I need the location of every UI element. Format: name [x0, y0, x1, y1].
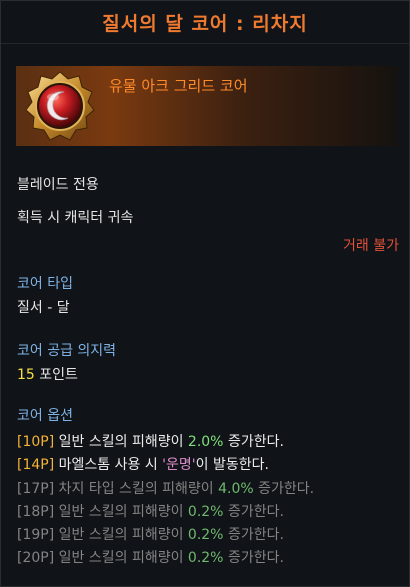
option-text-end: 증가한다. [223, 527, 284, 543]
option-value: 0.2% [187, 550, 224, 566]
option-text-end: 이 발동한다. [195, 457, 269, 473]
option-text-end: 증가한다. [223, 550, 284, 566]
core-supply-number: 15 [17, 367, 35, 383]
option-level: [20P] [17, 550, 55, 566]
option-level: [17P] [17, 481, 55, 497]
core-option-row: [20P] 일반 스킬의 피해량이 0.2% 증가한다. [17, 547, 284, 567]
option-text: 일반 스킬의 피해량이 [54, 504, 188, 520]
option-text-end: 증가한다. [223, 504, 284, 520]
core-type-value: 질서 - 달 [17, 300, 70, 316]
option-text: 일반 스킬의 피해량이 [54, 527, 188, 543]
option-value: 0.2% [187, 527, 224, 543]
core-supply-value: 15 포인트 [17, 364, 78, 384]
core-option-row: [19P] 일반 스킬의 피해량이 0.2% 증가한다. [17, 524, 284, 544]
option-text: 마엘스톰 사용 시 [54, 457, 163, 473]
option-level: [10P] [17, 434, 55, 450]
option-value: 0.2% [187, 504, 224, 520]
item-title: 질서의 달 코어 : 리차지 [1, 1, 409, 44]
core-type-heading: 코어 타입 [17, 276, 73, 292]
bind-info: 획득 시 캐릭터 귀속 [17, 210, 134, 226]
option-text-end: 증가한다. [253, 481, 315, 497]
option-value: 2.0% [187, 434, 224, 450]
option-text: 일반 스킬의 피해량이 [54, 550, 188, 566]
item-tooltip: 질서의 달 코어 : 리차지 유물 아크 그리드 코어 블레이드 전용 획득 시… [0, 0, 410, 587]
option-level: [19P] [17, 527, 55, 543]
option-text: 일반 스킬의 피해량이 [54, 434, 188, 450]
core-supply-heading: 코어 공급 의지력 [17, 343, 117, 359]
core-option-row: [10P] 일반 스킬의 피해량이 2.0% 증가한다. [17, 431, 284, 451]
option-level: [14P] [17, 457, 55, 473]
core-option-row: [17P] 차지 타입 스킬의 피해량이 4.0% 증가한다. [17, 478, 314, 498]
core-option-row: [18P] 일반 스킬의 피해량이 0.2% 증가한다. [17, 501, 284, 521]
option-text-end: 증가한다. [223, 434, 284, 450]
core-options-heading: 코어 옵션 [17, 408, 73, 424]
option-value: 4.0% [218, 481, 254, 497]
trade-status: 거래 불가 [343, 238, 399, 254]
option-level: [18P] [17, 504, 55, 520]
core-supply-unit: 포인트 [34, 367, 78, 383]
option-keyword: '운명' [162, 457, 196, 473]
core-option-row: [14P] 마엘스톰 사용 시 '운명'이 발동한다. [17, 454, 269, 474]
moon-core-gem-icon [25, 71, 95, 141]
item-grade-label: 유물 아크 그리드 코어 [109, 77, 248, 95]
item-header: 유물 아크 그리드 코어 [16, 66, 398, 146]
class-restriction: 블레이드 전용 [17, 177, 99, 193]
option-text: 차지 타입 스킬의 피해량이 [54, 481, 219, 497]
